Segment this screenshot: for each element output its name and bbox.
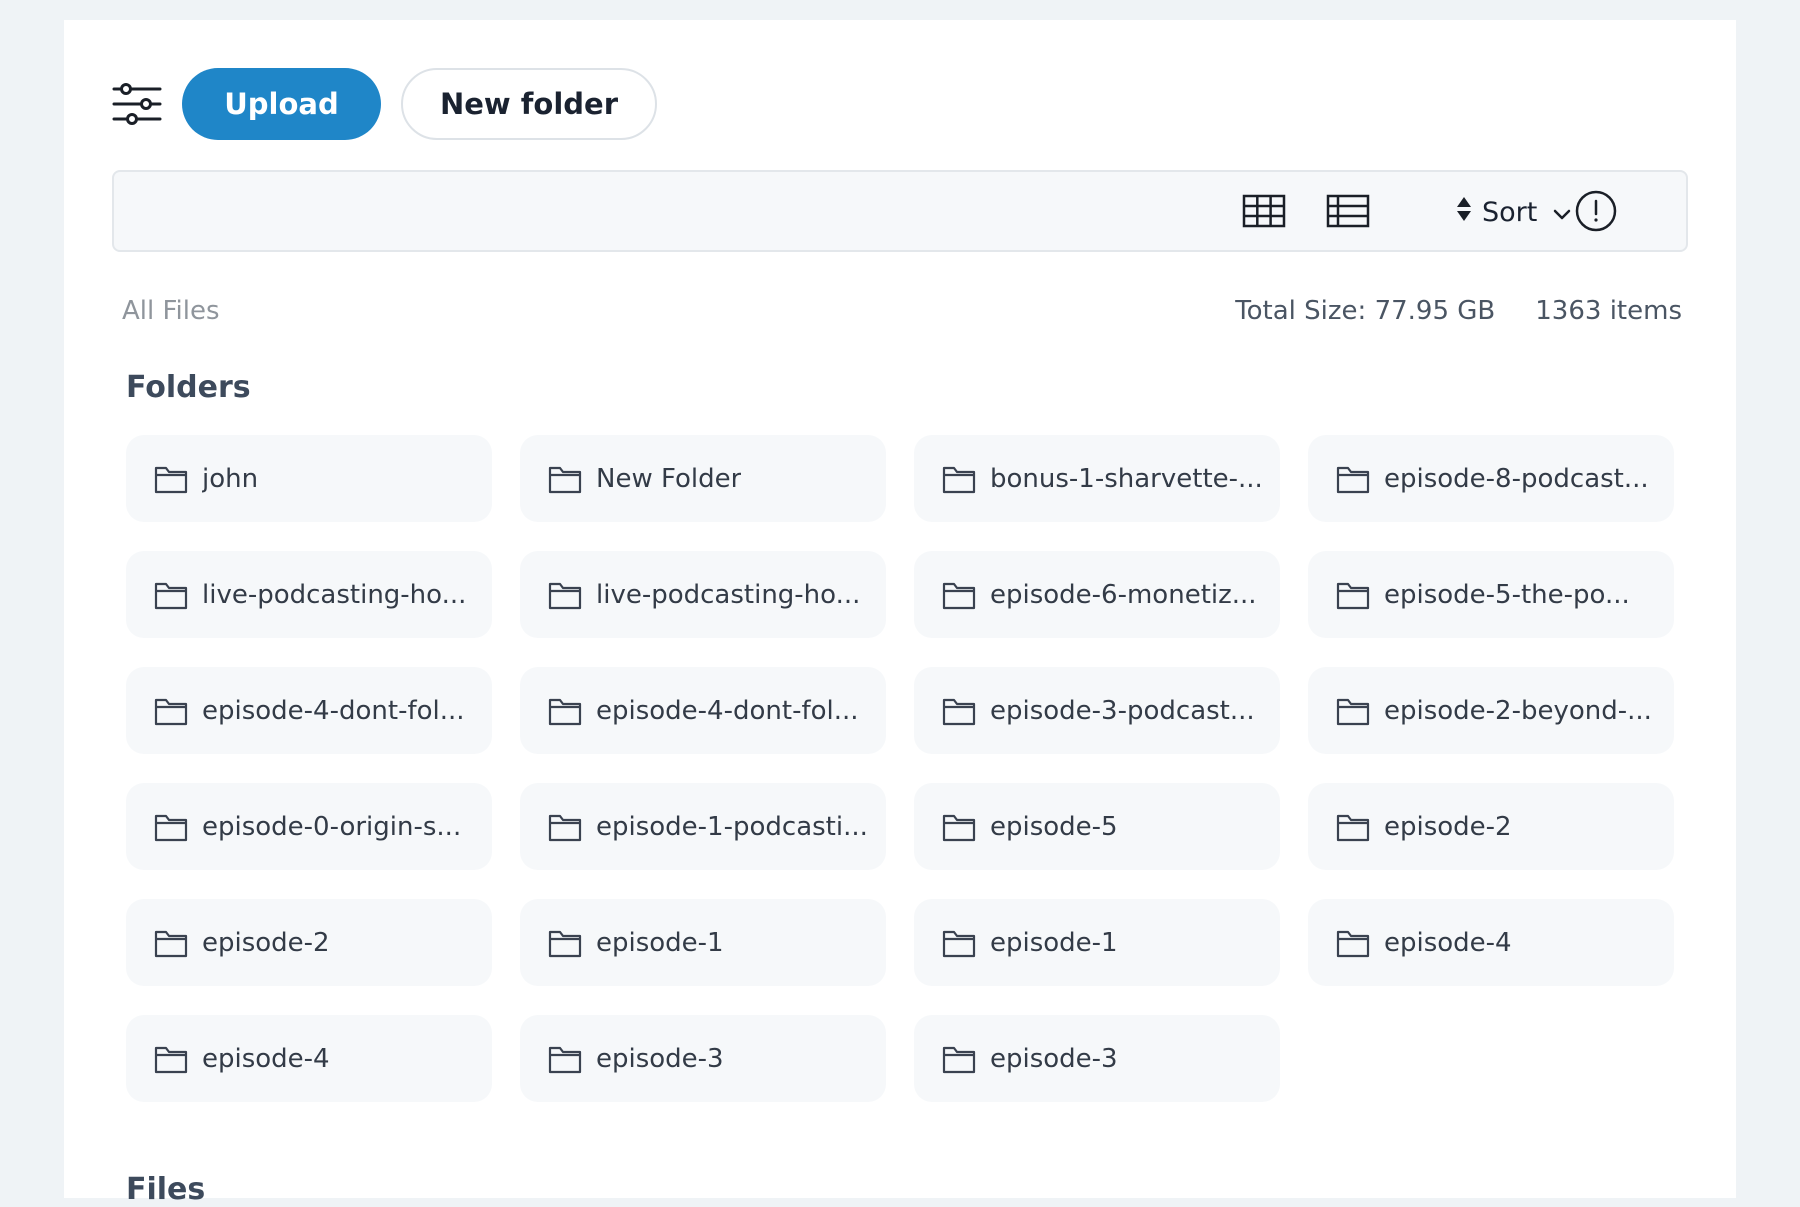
- folder-name: episode-3: [990, 1043, 1118, 1074]
- folder-name: episode-4-dont-fol...: [596, 695, 859, 726]
- view-options-bar: Sort: [112, 170, 1688, 252]
- folder-card[interactable]: episode-1: [520, 899, 886, 986]
- folder-icon: [548, 696, 582, 726]
- folder-name: episode-1-podcasti...: [596, 811, 868, 842]
- folder-card[interactable]: episode-5-the-po...: [1308, 551, 1674, 638]
- folder-icon: [548, 580, 582, 610]
- folder-icon: [548, 464, 582, 494]
- folder-icon: [942, 812, 976, 842]
- folder-name: episode-1: [990, 927, 1118, 958]
- folder-icon: [942, 1044, 976, 1074]
- folder-card[interactable]: john: [126, 435, 492, 522]
- list-view-icon[interactable]: [1326, 194, 1370, 232]
- folder-card[interactable]: episode-4: [126, 1015, 492, 1102]
- item-count: 1363 items: [1535, 296, 1682, 326]
- folder-icon: [1336, 696, 1370, 726]
- folder-name: bonus-1-sharvette-...: [990, 463, 1263, 494]
- folder-icon: [548, 1044, 582, 1074]
- folder-card[interactable]: episode-2: [1308, 783, 1674, 870]
- sliders-icon[interactable]: [112, 79, 162, 129]
- folder-name: episode-4: [202, 1043, 330, 1074]
- folder-icon: [154, 696, 188, 726]
- folder-name: episode-4-dont-fol...: [202, 695, 465, 726]
- folder-grid: john New Folder bonus-1-sharvette-... ep…: [126, 435, 1676, 1102]
- file-manager-panel: Upload New folder Sort All Files Total S…: [64, 20, 1736, 1207]
- total-size: Total Size: 77.95 GB: [1235, 296, 1496, 326]
- folder-name: episode-3-podcast...: [990, 695, 1255, 726]
- folder-icon: [942, 464, 976, 494]
- folder-card[interactable]: episode-1-podcasti...: [520, 783, 886, 870]
- folder-icon: [1336, 812, 1370, 842]
- folder-icon: [154, 580, 188, 610]
- folder-card[interactable]: episode-3-podcast...: [914, 667, 1280, 754]
- toolbar: Upload New folder: [112, 68, 657, 140]
- sort-dropdown[interactable]: Sort: [1456, 190, 1571, 234]
- folder-card[interactable]: episode-6-monetiz...: [914, 551, 1280, 638]
- folder-card[interactable]: episode-3: [914, 1015, 1280, 1102]
- folder-icon: [154, 464, 188, 494]
- new-folder-button[interactable]: New folder: [401, 68, 657, 140]
- folder-icon: [548, 928, 582, 958]
- folder-icon: [1336, 580, 1370, 610]
- folder-name: episode-8-podcast...: [1384, 463, 1649, 494]
- folder-card[interactable]: episode-1: [914, 899, 1280, 986]
- folder-icon: [154, 1044, 188, 1074]
- grid-view-icon[interactable]: [1242, 194, 1286, 232]
- folder-card[interactable]: live-podcasting-ho...: [520, 551, 886, 638]
- folder-card[interactable]: New Folder: [520, 435, 886, 522]
- folder-name: episode-5: [990, 811, 1118, 842]
- upload-button[interactable]: Upload: [182, 68, 381, 140]
- files-heading: Files: [126, 1172, 206, 1207]
- folder-name: episode-0-origin-s...: [202, 811, 462, 842]
- chevron-down-icon: [1553, 197, 1571, 228]
- folder-card[interactable]: episode-0-origin-s...: [126, 783, 492, 870]
- folder-icon: [1336, 928, 1370, 958]
- folder-card[interactable]: episode-4: [1308, 899, 1674, 986]
- folders-heading: Folders: [126, 370, 251, 405]
- folder-card[interactable]: episode-4-dont-fol...: [520, 667, 886, 754]
- folder-name: episode-2: [202, 927, 330, 958]
- folder-card[interactable]: bonus-1-sharvette-...: [914, 435, 1280, 522]
- folder-name: New Folder: [596, 463, 742, 494]
- folder-name: episode-1: [596, 927, 724, 958]
- folder-card[interactable]: episode-2: [126, 899, 492, 986]
- folder-icon: [1336, 464, 1370, 494]
- folder-name: live-podcasting-ho...: [596, 579, 861, 610]
- folder-name: episode-4: [1384, 927, 1512, 958]
- breadcrumb-all-files[interactable]: All Files: [122, 296, 220, 326]
- folder-icon: [548, 812, 582, 842]
- folder-name: episode-2: [1384, 811, 1512, 842]
- folder-icon: [942, 928, 976, 958]
- info-alert-icon[interactable]: [1574, 189, 1618, 237]
- folder-name: live-podcasting-ho...: [202, 579, 467, 610]
- folder-card[interactable]: episode-3: [520, 1015, 886, 1102]
- folder-name: episode-2-beyond-...: [1384, 695, 1652, 726]
- folder-icon: [942, 580, 976, 610]
- folder-icon: [154, 812, 188, 842]
- folder-icon: [154, 928, 188, 958]
- folder-card[interactable]: episode-8-podcast...: [1308, 435, 1674, 522]
- folder-card[interactable]: episode-2-beyond-...: [1308, 667, 1674, 754]
- folder-card[interactable]: episode-4-dont-fol...: [126, 667, 492, 754]
- folder-icon: [942, 696, 976, 726]
- folder-card[interactable]: episode-5: [914, 783, 1280, 870]
- sort-label: Sort: [1482, 196, 1538, 228]
- storage-summary: Total Size: 77.95 GB 1363 items: [1235, 296, 1682, 326]
- folder-name: episode-3: [596, 1043, 724, 1074]
- folder-name: john: [202, 463, 259, 494]
- folder-name: episode-5-the-po...: [1384, 579, 1630, 610]
- sort-arrows-icon: [1456, 196, 1472, 229]
- folder-name: episode-6-monetiz...: [990, 579, 1257, 610]
- file-meta-row: All Files Total Size: 77.95 GB 1363 item…: [122, 296, 1682, 336]
- folder-card[interactable]: live-podcasting-ho...: [126, 551, 492, 638]
